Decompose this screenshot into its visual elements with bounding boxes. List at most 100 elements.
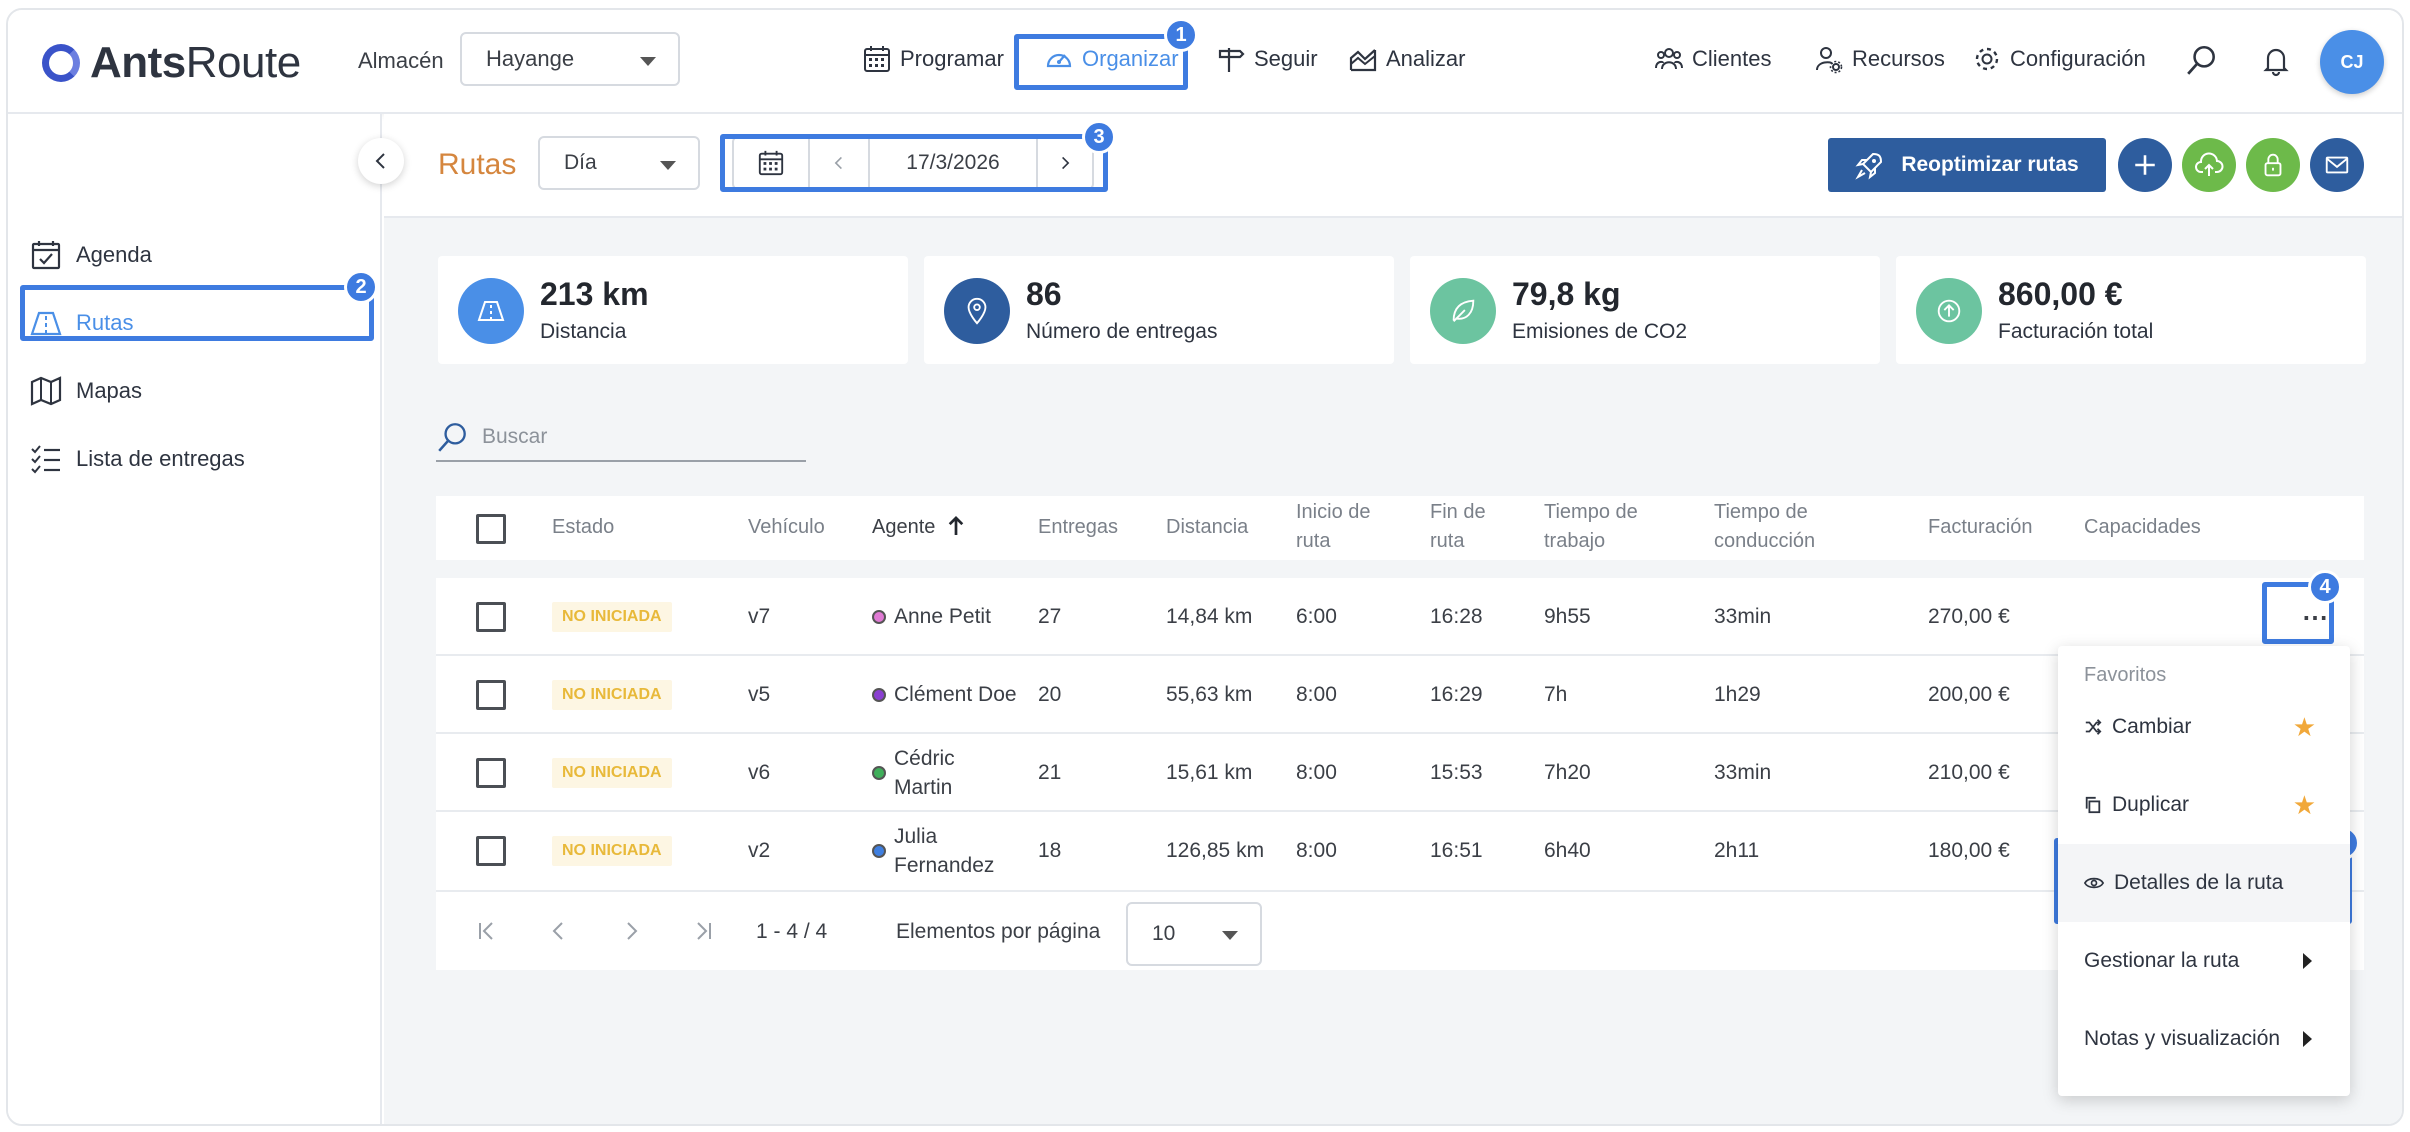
plus-icon: [2135, 155, 2155, 175]
menu-section-favoritos: Favoritos: [2084, 664, 2167, 686]
previous-date-button[interactable]: [810, 138, 870, 188]
user-avatar[interactable]: CJ: [2320, 30, 2384, 94]
header-line: ruta: [1296, 530, 1331, 552]
menu-item-duplicar[interactable]: Duplicar ★: [2058, 766, 2350, 844]
agent-color-dot: [872, 688, 886, 703]
deliveries-cell: 18: [1038, 839, 1062, 862]
current-date[interactable]: 17/3/2026: [870, 138, 1038, 188]
column-fin-de-ruta[interactable]: Fin de ruta: [1430, 498, 1486, 556]
row-checkbox[interactable]: [476, 758, 506, 788]
column-tiempo-de-trabajo[interactable]: Tiempo de trabajo: [1544, 498, 1638, 556]
billing-cell: 210,00 €: [1928, 761, 2010, 784]
vehicle-cell: v7: [748, 605, 771, 628]
items-per-page-select[interactable]: 10: [1126, 902, 1262, 966]
row-actions-menu: Favoritos Cambiar ★ Duplicar ★ Detalles …: [2058, 646, 2350, 1096]
step-badge-4: 4: [2308, 570, 2342, 604]
add-route-button[interactable]: [2118, 138, 2172, 192]
previous-page-icon[interactable]: [542, 914, 576, 948]
end-cell: 16:29: [1430, 683, 1483, 706]
sidebar-item-label: Mapas: [76, 378, 143, 403]
search-icon[interactable]: [2182, 40, 2222, 80]
nav-analizar[interactable]: Analizar: [1336, 32, 1477, 86]
nav-clientes[interactable]: Clientes: [1642, 32, 1783, 86]
store-select[interactable]: Hayange: [460, 32, 680, 86]
end-cell: 16:51: [1430, 839, 1483, 862]
items-per-page-label: Elementos por página: [896, 920, 1101, 943]
sidebar-item-mapas[interactable]: Mapas: [30, 364, 142, 418]
menu-item-label: Duplicar: [2112, 793, 2190, 816]
favorite-star-icon[interactable]: ★: [2293, 790, 2316, 821]
rocket-icon: [1855, 152, 1883, 180]
nav-organizar-label: Organizar: [1082, 46, 1179, 71]
user-gear-icon: [1816, 47, 1843, 74]
brand-name: AntsRoute: [90, 38, 301, 87]
sidebar-item-rutas[interactable]: Rutas: [30, 296, 133, 350]
sidebar-item-agenda[interactable]: Agenda: [30, 228, 152, 282]
nav-recursos[interactable]: Recursos: [1802, 32, 1957, 86]
column-capacidades[interactable]: Capacidades: [2084, 513, 2201, 542]
kpi-value: 79,8 kg: [1512, 276, 1621, 312]
menu-item-gestionar-la-ruta[interactable]: Gestionar la ruta: [2058, 922, 2350, 1000]
menu-item-cambiar[interactable]: Cambiar ★: [2058, 688, 2350, 766]
menu-item-detalles-de-la-ruta[interactable]: Detalles de la ruta: [2058, 844, 2350, 922]
lock-button[interactable]: [2246, 138, 2300, 192]
agent-name: Cédric: [894, 747, 955, 770]
bell-icon[interactable]: [2256, 40, 2296, 80]
chart-area-icon: [1349, 49, 1377, 72]
nav-seguir-label: Seguir: [1254, 46, 1318, 71]
collapse-sidebar-button[interactable]: [358, 138, 404, 184]
column-vehiculo[interactable]: Vehículo: [748, 513, 825, 542]
agent-cell: Cédric Martin: [894, 744, 955, 802]
first-page-icon[interactable]: [470, 914, 504, 948]
start-cell: 8:00: [1296, 839, 1337, 862]
sidebar-item-lista-de-entregas[interactable]: Lista de entregas: [30, 432, 245, 486]
reoptimize-routes-button[interactable]: Reoptimizar rutas: [1828, 138, 2106, 192]
calendar-button[interactable]: [734, 138, 810, 188]
items-per-page-value: 10: [1152, 922, 1176, 945]
speedometer-icon: [1046, 53, 1072, 68]
billing-cell: 270,00 €: [1928, 605, 2010, 628]
sidebar-item-label: Agenda: [76, 242, 152, 267]
row-checkbox[interactable]: [476, 836, 506, 866]
arrow-up-circle-icon: [1916, 278, 1982, 344]
table-row[interactable]: NO INICIADA v7 Anne Petit 27 14,84 km 6:…: [436, 578, 2364, 656]
chevron-down-icon: [640, 57, 656, 66]
period-select[interactable]: Día: [538, 136, 700, 190]
nav-seguir[interactable]: Seguir: [1204, 32, 1330, 86]
nav-configuracion-label: Configuración: [2010, 46, 2146, 71]
kpi-distance-card: 213 km Distancia: [438, 256, 908, 364]
column-agente[interactable]: Agente: [872, 513, 965, 542]
nav-recursos-label: Recursos: [1852, 46, 1945, 71]
deliveries-cell: 27: [1038, 605, 1062, 628]
column-facturacion[interactable]: Facturación: [1928, 513, 2033, 542]
select-all-checkbox[interactable]: [476, 514, 506, 544]
column-distancia[interactable]: Distancia: [1166, 513, 1248, 542]
nav-configuracion[interactable]: Configuración: [1960, 32, 2158, 86]
header-line: conducción: [1714, 530, 1816, 552]
email-button[interactable]: [2310, 138, 2364, 192]
column-estado[interactable]: Estado: [552, 513, 614, 542]
row-checkbox[interactable]: [476, 602, 506, 632]
last-page-icon[interactable]: [686, 914, 720, 948]
agent-name: Clément Doe: [894, 683, 1017, 706]
upload-cloud-button[interactable]: [2182, 138, 2236, 192]
search-input[interactable]: Buscar: [436, 414, 806, 462]
status-badge: NO INICIADA: [552, 836, 672, 866]
favorite-star-icon[interactable]: ★: [2293, 712, 2316, 743]
nav-programar[interactable]: Programar: [850, 32, 1016, 86]
drive-time-cell: 2h11: [1714, 839, 1760, 862]
chevron-down-icon: [660, 161, 676, 170]
menu-item-notas-y-visualizacion[interactable]: Notas y visualización: [2058, 1000, 2350, 1078]
next-page-icon[interactable]: [614, 914, 648, 948]
date-picker: 17/3/2026: [732, 136, 1094, 190]
column-tiempo-de-conduccion[interactable]: Tiempo de conducción: [1714, 498, 1815, 556]
row-checkbox[interactable]: [476, 680, 506, 710]
page-title: Rutas: [438, 148, 517, 181]
column-inicio-de-ruta[interactable]: Inicio de ruta: [1296, 498, 1371, 556]
location-pin-icon: [944, 278, 1010, 344]
column-entregas[interactable]: Entregas: [1038, 513, 1118, 542]
store-select-value: Hayange: [486, 46, 575, 71]
agent-cell: Julia Fernandez: [894, 822, 994, 880]
antsroute-logo[interactable]: AntsRoute: [42, 38, 301, 88]
header-line: trabajo: [1544, 530, 1606, 552]
